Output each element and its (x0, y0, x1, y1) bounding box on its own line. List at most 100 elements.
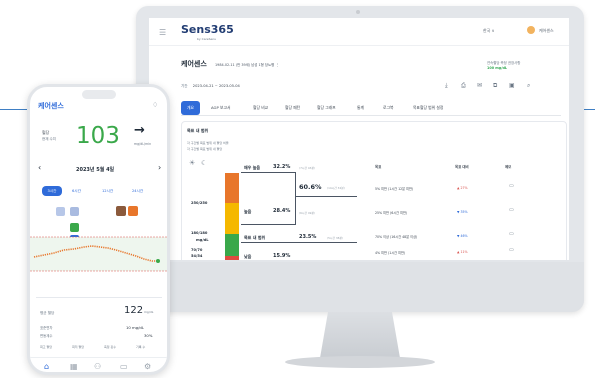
date-range-value[interactable]: 2023-04-21 ~ 2023-05-04 (193, 84, 240, 88)
brand-logo[interactable]: Sens365 (181, 23, 234, 36)
connector-right (295, 172, 296, 224)
row3-diff: ▼ 46% (457, 234, 468, 238)
row2-memo-icon[interactable]: ▭ (509, 207, 514, 213)
patient-age: (만 39세) (235, 63, 251, 67)
row4-memo-icon[interactable]: ▭ (509, 247, 514, 253)
bar-very-high (225, 173, 239, 203)
phone-notch (82, 90, 116, 99)
alert-value: 100 mg/dL (487, 66, 508, 70)
tab-logbook[interactable]: 로그북 (383, 101, 393, 115)
tab-agp[interactable]: AGP 보고서 (211, 101, 230, 115)
bar-low (225, 256, 239, 260)
range-tab-6h[interactable]: 6시간 (72, 186, 81, 196)
monitor-chin (136, 262, 584, 312)
glucose-unit-label: 현재 수치 (42, 137, 56, 141)
moon-icon: ☾ (201, 159, 208, 167)
user-name[interactable]: 케어센스 (539, 28, 554, 34)
tab-compare[interactable]: 혈당 비교 (253, 101, 268, 115)
sd-value: 10 mg/dL (126, 325, 144, 330)
row1-memo-icon[interactable]: ▭ (509, 183, 514, 189)
stat-label-4: 기록 수 (136, 345, 146, 349)
bar-in-range (225, 234, 239, 256)
cv-label: 변동계수 (40, 334, 53, 338)
row3-memo-icon[interactable]: ▭ (509, 231, 514, 237)
date-range[interactable]: 기간 2023-04-21 ~ 2023-05-04 (181, 84, 240, 89)
seg-pct-very-high: 32.2% (273, 164, 291, 170)
left-deco-line (0, 109, 30, 110)
glucose-value: 103 (76, 123, 120, 149)
next-date-icon[interactable]: › (158, 163, 161, 172)
mail-icon[interactable]: ✉ (477, 82, 482, 89)
stat-label-2: 최저 혈당 (72, 345, 84, 349)
patient-sex: 남성 (251, 63, 258, 67)
seg-sub-very-high: (7시간 43분) (299, 166, 316, 170)
date-range-label: 기간 (181, 84, 188, 88)
brand-sub: by CareSens (197, 37, 216, 41)
seg-label-low: 낮음 (244, 254, 252, 259)
col-diff: 목표 대비 (455, 165, 469, 169)
seg-sub-high: (6시간 49분) (299, 211, 316, 215)
report-tabs: 개요 AGP 보고서 혈당 비교 혈당 패턴 혈당 그래프 통계 로그북 목표혈… (181, 101, 561, 116)
y-label-180: 180/180 (191, 231, 208, 235)
row4-target: 4% 미만 (1시간 미만) (375, 251, 406, 255)
download-icon[interactable]: ⤓ (445, 82, 448, 90)
connector-top (241, 172, 296, 173)
seg-pct-high: 28.4% (273, 208, 291, 214)
combined-high-sub: (14시간 32분) (327, 186, 345, 190)
menu-icon[interactable]: ☰ (159, 28, 166, 37)
desktop-screen: ☰ Sens365 by CareSens 한국 ∨ 케어센스 케어센스 198… (149, 18, 569, 260)
trend-unit: mg/dL/min (134, 142, 152, 146)
y-label-250: 250/250 (191, 201, 208, 205)
people-icon[interactable]: ⚇ (94, 362, 101, 371)
print-icon[interactable]: ⎙ (461, 82, 466, 90)
tab-graph[interactable]: 혈당 그래프 (317, 101, 336, 115)
language-select[interactable]: 한국 ∨ (483, 28, 495, 34)
export-icon[interactable]: ▣ (509, 82, 515, 89)
calendar-icon[interactable]: ▭ (120, 362, 128, 371)
right-deco-line (583, 109, 595, 110)
row3-target: 70% 이상 (16시간 48분 이상) (375, 235, 418, 239)
home-icon[interactable]: ⌂ (44, 362, 49, 371)
range-tab-3h[interactable]: 3시간 (42, 186, 62, 196)
bottom-nav: ⌂ ▦ ⚇ ▭ ⚙ (30, 357, 167, 372)
section-title: 목표 내 범위 (187, 128, 209, 133)
edit-icon[interactable]: ⋮ (275, 62, 279, 67)
glucose-trend-chart (30, 236, 167, 272)
settings-icon[interactable]: ⚙ (144, 362, 151, 371)
cv-value: 30% (144, 333, 153, 338)
patient-name: 케어센스 (181, 60, 207, 68)
camera-dot (356, 10, 360, 14)
tab-stats[interactable]: 통계 (357, 101, 364, 115)
stat-label-1: 최고 혈당 (40, 345, 52, 349)
phone-frame: 케어센스 ♢ 혈당 현재 수치 103 → mg/dL/min ‹ 2023년 … (27, 84, 170, 375)
range-tab-24h[interactable]: 24시간 (132, 186, 143, 196)
connector-in-range (241, 242, 357, 243)
share-icon[interactable]: ⧉ (493, 82, 497, 90)
stat-label-3: 측정 횟수 (104, 345, 116, 349)
bell-icon[interactable]: ♢ (152, 101, 158, 109)
prev-date-icon[interactable]: ‹ (38, 163, 41, 172)
monitor-stand (320, 312, 400, 358)
col-target: 목표 (375, 165, 382, 169)
alert-label: 연속혈당 측정 권장사항 (487, 61, 521, 65)
connector-bottom (295, 196, 357, 197)
tab-target-range[interactable]: 목표혈당 범위 설정 (413, 101, 443, 115)
monitor-base (285, 356, 435, 368)
range-tab-12h[interactable]: 12시간 (102, 186, 113, 196)
seg-pct-low: 15.9% (273, 253, 291, 259)
row2-target: 25% 미만 (6시간 미만) (375, 211, 408, 215)
section-note-1: 각 구간별 목표 범위 내 혈당 비율 (187, 141, 229, 145)
row2-diff: ▼ 35% (457, 210, 468, 214)
patient-diabetes-type: 1형 당뇨병 (258, 63, 275, 67)
tab-overview[interactable]: 개요 (181, 101, 200, 115)
avatar[interactable] (527, 26, 535, 34)
phone-date: 2023년 5월 4일 (76, 167, 115, 173)
row4-diff: ▲ 11% (457, 250, 468, 254)
row1-diff: ▲ 27% (457, 186, 468, 190)
search-icon[interactable]: ⌕ (527, 82, 530, 90)
col-memo: 메모 (505, 165, 512, 169)
seg-label-in-range: 목표 내 범위 (244, 235, 266, 240)
grid-icon[interactable]: ▦ (70, 362, 78, 371)
seg-pct-in-range: 23.5% (299, 234, 317, 240)
tab-pattern[interactable]: 혈당 패턴 (285, 101, 300, 115)
